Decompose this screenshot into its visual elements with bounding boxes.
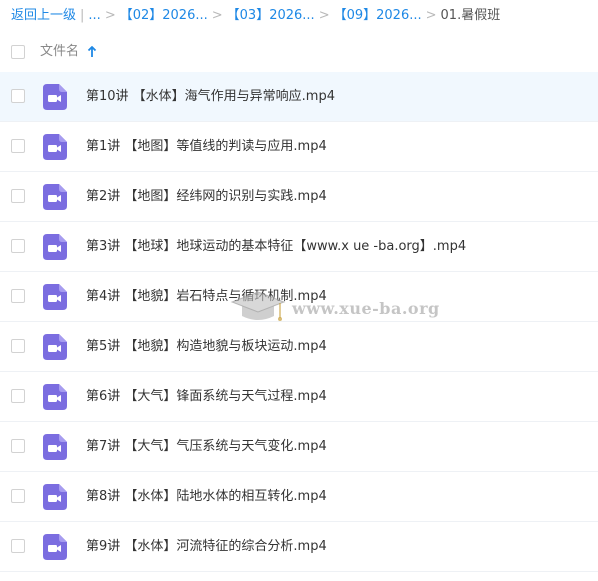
row-checkbox[interactable] (11, 89, 25, 103)
row-checkbox[interactable] (11, 189, 25, 203)
row-checkbox[interactable] (11, 389, 25, 403)
video-file-icon (43, 84, 67, 110)
video-file-icon (43, 184, 67, 210)
file-name[interactable]: 第5讲 【地貌】构造地貌与板块运动.mp4 (86, 337, 327, 357)
row-checkbox[interactable] (11, 439, 25, 453)
column-header-file-name[interactable]: 文件名 (40, 42, 79, 62)
arrow-up-icon[interactable] (87, 46, 97, 58)
select-all-checkbox[interactable] (11, 45, 25, 59)
row-checkbox[interactable] (11, 539, 25, 553)
breadcrumb-arrow: > (318, 8, 330, 23)
file-browser: 返回上一级 | ... > 【02】2026... > 【03】2026... … (0, 0, 598, 581)
file-row[interactable]: 第8讲 【水体】陆地水体的相互转化.mp4 (0, 472, 598, 522)
breadcrumb-divider: | (80, 8, 85, 23)
breadcrumb-arrow: > (104, 8, 116, 23)
breadcrumb-item-02[interactable]: 【02】2026... (120, 6, 208, 26)
file-row[interactable]: 第10讲 【水体】海气作用与异常响应.mp4 (0, 72, 598, 122)
file-row[interactable]: 第9讲 【水体】河流特征的综合分析.mp4 (0, 522, 598, 572)
back-link[interactable]: 返回上一级 (11, 6, 76, 26)
file-row[interactable]: 第4讲 【地貌】岩石特点与循环机制.mp4 (0, 272, 598, 322)
breadcrumb-current: 01.暑假班 (440, 8, 501, 23)
file-name[interactable]: 第9讲 【水体】河流特征的综合分析.mp4 (86, 537, 327, 557)
file-row[interactable]: 第3讲 【地球】地球运动的基本特征【www.x ue -ba.org】.mp4 (0, 222, 598, 272)
file-name[interactable]: 第10讲 【水体】海气作用与异常响应.mp4 (86, 87, 335, 107)
video-file-icon (43, 384, 67, 410)
video-file-icon (43, 534, 67, 560)
breadcrumb-item-03[interactable]: 【03】2026... (227, 6, 315, 26)
video-file-icon (43, 234, 67, 260)
file-row[interactable]: 第7讲 【大气】气压系统与天气变化.mp4 (0, 422, 598, 472)
file-row[interactable]: 第5讲 【地貌】构造地貌与板块运动.mp4 (0, 322, 598, 372)
file-row[interactable]: 第1讲 【地图】等值线的判读与应用.mp4 (0, 122, 598, 172)
row-checkbox[interactable] (11, 239, 25, 253)
breadcrumb: 返回上一级 | ... > 【02】2026... > 【03】2026... … (11, 6, 500, 26)
video-file-icon (43, 484, 67, 510)
file-row[interactable]: 第6讲 【大气】锋面系统与天气过程.mp4 (0, 372, 598, 422)
video-file-icon (43, 334, 67, 360)
row-checkbox[interactable] (11, 339, 25, 353)
file-name[interactable]: 第1讲 【地图】等值线的判读与应用.mp4 (86, 137, 327, 157)
breadcrumb-arrow: > (211, 8, 223, 23)
breadcrumb-arrow: > (425, 8, 437, 23)
row-checkbox[interactable] (11, 489, 25, 503)
breadcrumb-item-09[interactable]: 【09】2026... (334, 6, 422, 26)
breadcrumb-ellipsis[interactable]: ... (88, 6, 100, 26)
file-list: 第10讲 【水体】海气作用与异常响应.mp4 第1讲 【地图】等值线的判读与应用… (0, 72, 598, 572)
video-file-icon (43, 434, 67, 460)
row-checkbox[interactable] (11, 139, 25, 153)
file-row[interactable]: 第2讲 【地图】经纬网的识别与实践.mp4 (0, 172, 598, 222)
file-name[interactable]: 第2讲 【地图】经纬网的识别与实践.mp4 (86, 187, 327, 207)
video-file-icon (43, 134, 67, 160)
row-checkbox[interactable] (11, 289, 25, 303)
list-header: 文件名 (0, 38, 598, 66)
file-name[interactable]: 第4讲 【地貌】岩石特点与循环机制.mp4 (86, 287, 327, 307)
file-name[interactable]: 第7讲 【大气】气压系统与天气变化.mp4 (86, 437, 327, 457)
file-name[interactable]: 第8讲 【水体】陆地水体的相互转化.mp4 (86, 487, 327, 507)
file-name[interactable]: 第6讲 【大气】锋面系统与天气过程.mp4 (86, 387, 327, 407)
file-name[interactable]: 第3讲 【地球】地球运动的基本特征【www.x ue -ba.org】.mp4 (86, 237, 466, 257)
video-file-icon (43, 284, 67, 310)
